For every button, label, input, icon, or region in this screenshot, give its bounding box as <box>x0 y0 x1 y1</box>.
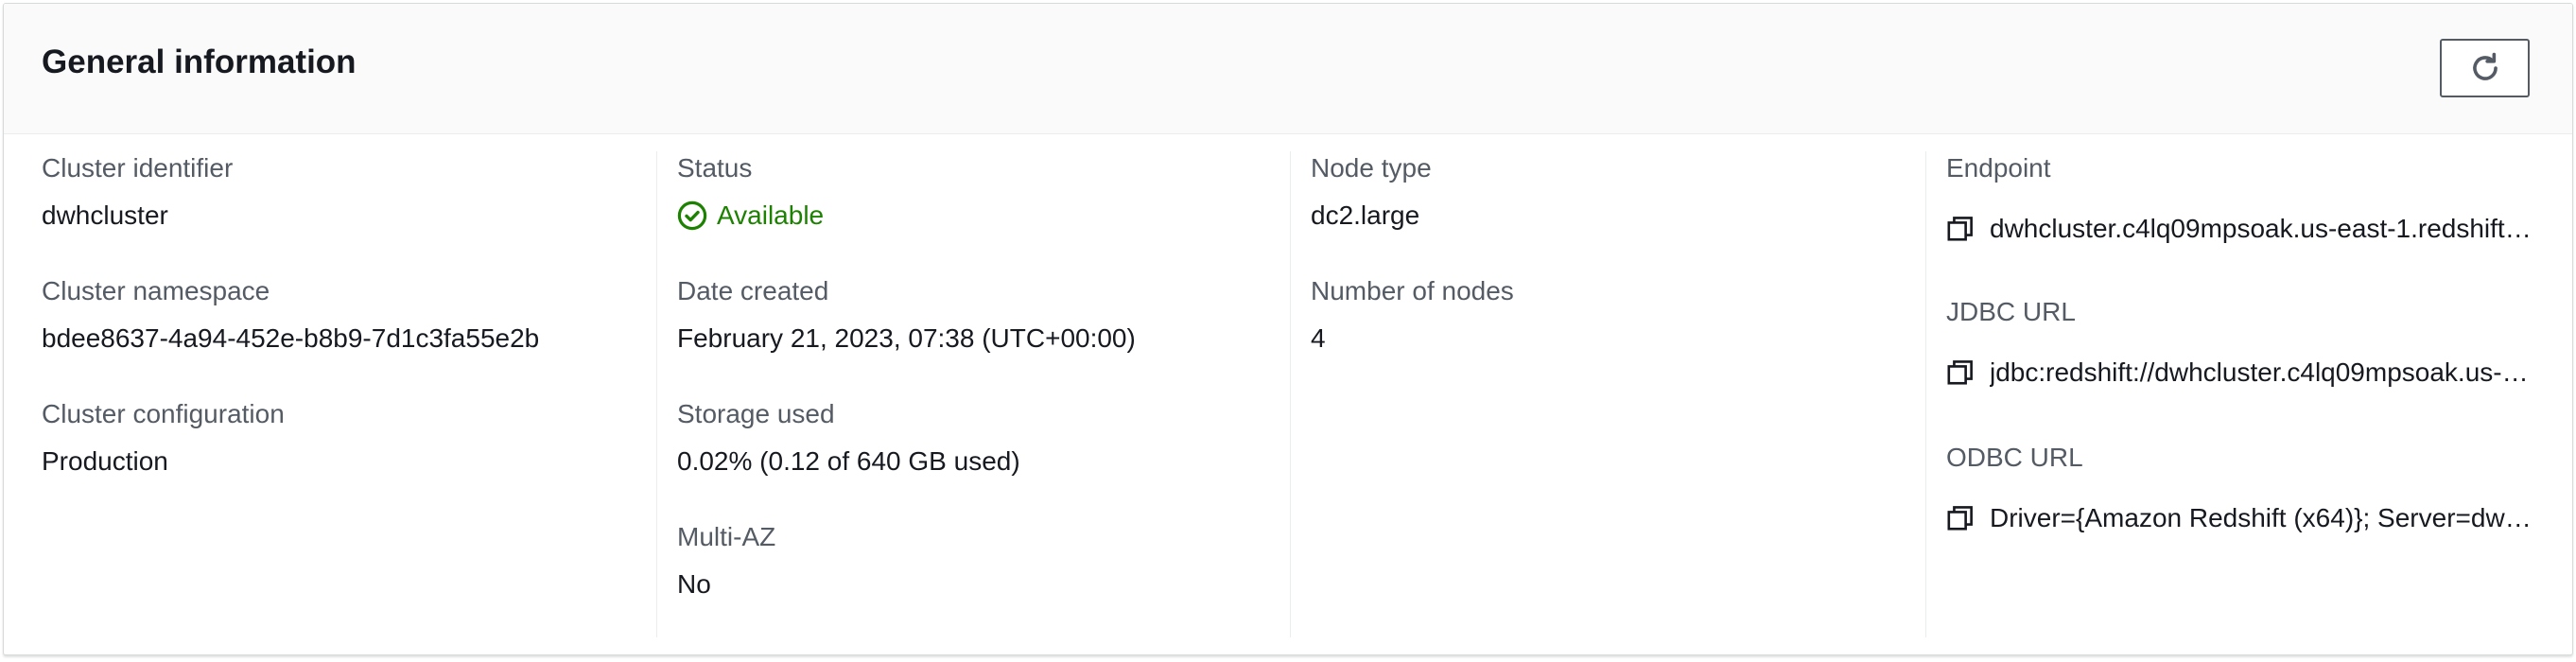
column-connection: Endpoint dwhcluster.c4lq09mpsoak.us-east… <box>1925 151 2572 637</box>
field-node-type: Node type dc2.large <box>1311 151 1906 233</box>
field-status: Status Available <box>677 151 1271 233</box>
cluster-identifier-label: Cluster identifier <box>42 153 234 183</box>
cluster-configuration-label: Cluster configuration <box>42 399 285 428</box>
panel-header: General information <box>4 4 2572 134</box>
storage-used-label: Storage used <box>677 399 835 428</box>
cluster-configuration-value: Production <box>42 446 168 476</box>
field-cluster-namespace: Cluster namespace bdee8637-4a94-452e-b8b… <box>42 274 637 356</box>
check-circle-icon <box>677 200 707 231</box>
column-nodes: Node type dc2.large Number of nodes 4 <box>1290 151 1925 637</box>
field-endpoint: Endpoint dwhcluster.c4lq09mpsoak.us-east… <box>1946 151 2555 246</box>
cluster-namespace-label: Cluster namespace <box>42 276 270 305</box>
details-columns: Cluster identifier dwhcluster Cluster na… <box>4 134 2572 637</box>
number-of-nodes-value: 4 <box>1311 323 1326 353</box>
field-cluster-configuration: Cluster configuration Production <box>42 397 637 479</box>
endpoint-row: dwhcluster.c4lq09mpsoak.us-east-1.redshi… <box>1946 212 2555 246</box>
field-jdbc-url: JDBC URL jdbc:redshift://dwhcluster.c4lq… <box>1946 295 2555 390</box>
column-cluster: Cluster identifier dwhcluster Cluster na… <box>4 151 656 637</box>
field-odbc-url: ODBC URL Driver={Amazon Redshift (x64)};… <box>1946 441 2555 535</box>
column-status: Status Available Date created February 2… <box>656 151 1290 637</box>
date-created-label: Date created <box>677 276 829 305</box>
jdbc-url-value: jdbc:redshift://dwhcluster.c4lq09mpsoak.… <box>1990 357 2538 387</box>
endpoint-label: Endpoint <box>1946 153 2051 183</box>
copy-icon[interactable] <box>1946 215 1975 243</box>
jdbc-url-row: jdbc:redshift://dwhcluster.c4lq09mpsoak.… <box>1946 356 2555 390</box>
status-value: Available <box>717 200 825 230</box>
number-of-nodes-label: Number of nodes <box>1311 276 1514 305</box>
multi-az-label: Multi-AZ <box>677 522 776 551</box>
general-information-panel: General information Cluster identifier d… <box>3 3 2573 655</box>
refresh-button[interactable] <box>2440 39 2530 97</box>
date-created-value: February 21, 2023, 07:38 (UTC+00:00) <box>677 323 1136 353</box>
multi-az-value: No <box>677 569 711 599</box>
odbc-url-value: Driver={Amazon Redshift (x64)}; Server=d… <box>1990 503 2538 532</box>
status-badge: Available <box>677 199 1271 233</box>
field-date-created: Date created February 21, 2023, 07:38 (U… <box>677 274 1271 356</box>
odbc-url-label: ODBC URL <box>1946 443 2083 472</box>
status-label: Status <box>677 153 753 183</box>
storage-used-value: 0.02% (0.12 of 640 GB used) <box>677 446 1020 476</box>
copy-icon[interactable] <box>1946 504 1975 532</box>
panel-title: General information <box>42 44 357 80</box>
endpoint-value: dwhcluster.c4lq09mpsoak.us-east-1.redshi… <box>1990 214 2538 243</box>
field-number-of-nodes: Number of nodes 4 <box>1311 274 1906 356</box>
node-type-value: dc2.large <box>1311 200 1420 230</box>
field-storage-used: Storage used 0.02% (0.12 of 640 GB used) <box>677 397 1271 479</box>
field-multi-az: Multi-AZ No <box>677 520 1271 601</box>
jdbc-url-label: JDBC URL <box>1946 297 2076 326</box>
cluster-namespace-value: bdee8637-4a94-452e-b8b9-7d1c3fa55e2b <box>42 323 540 353</box>
node-type-label: Node type <box>1311 153 1432 183</box>
cluster-identifier-value: dwhcluster <box>42 200 168 230</box>
field-cluster-identifier: Cluster identifier dwhcluster <box>42 151 637 233</box>
copy-icon[interactable] <box>1946 358 1975 387</box>
odbc-url-row: Driver={Amazon Redshift (x64)}; Server=d… <box>1946 501 2555 535</box>
refresh-icon <box>2472 52 2498 80</box>
